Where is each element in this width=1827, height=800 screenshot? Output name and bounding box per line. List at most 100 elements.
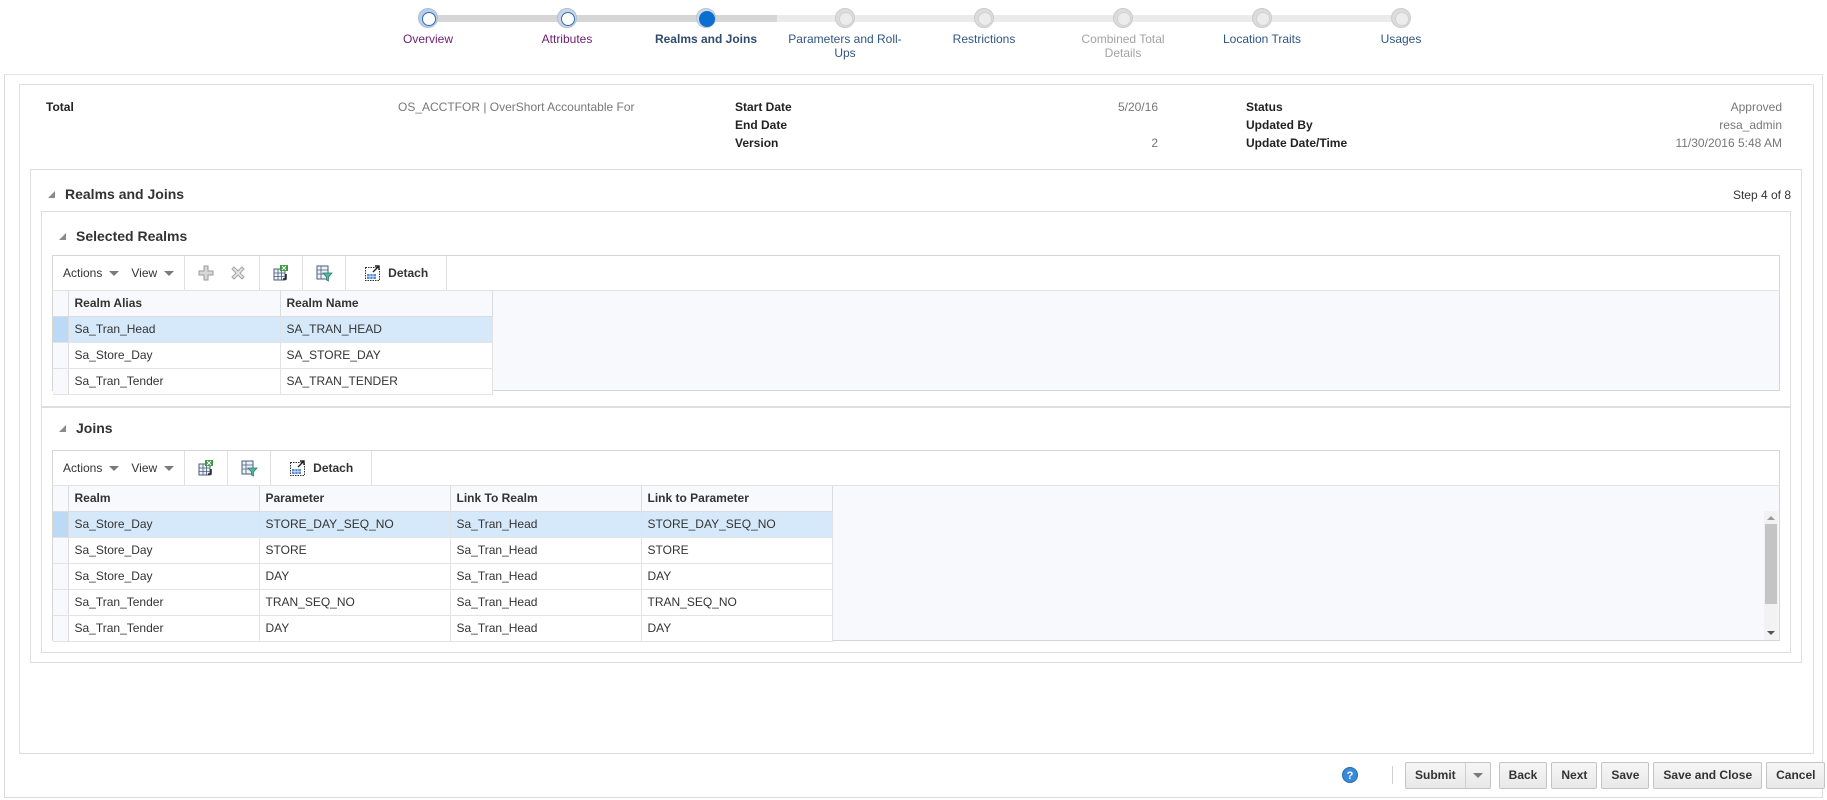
column-header-realm-name[interactable]: Realm Name	[280, 291, 493, 317]
table-row[interactable]: Sa_Store_Day STORE Sa_Tran_Head STORE	[53, 537, 833, 564]
table-row[interactable]: Sa_Tran_Tender TRAN_SEQ_NO Sa_Tran_Head TRA…	[53, 589, 833, 616]
cell-parameter[interactable]: TRAN_SEQ_NO	[259, 589, 451, 616]
actions-menu[interactable]: Actions	[63, 461, 120, 475]
table-row[interactable]: Sa_Tran_Tender SA_TRAN_TENDER	[53, 368, 493, 395]
row-header-cell[interactable]	[53, 342, 69, 369]
joins-vertical-scrollbar[interactable]	[1764, 511, 1778, 640]
cell-realm-name[interactable]: SA_TRAN_HEAD	[280, 316, 493, 343]
detach-button[interactable]: Detach	[283, 459, 359, 477]
train-stop-label[interactable]: Overview	[358, 32, 498, 46]
cell-link-to-realm[interactable]: Sa_Tran_Head	[450, 537, 642, 564]
cell-realm-alias[interactable]: Sa_Tran_Head	[68, 316, 281, 343]
train-stop-dot[interactable]	[418, 8, 438, 28]
column-header-realm[interactable]: Realm	[68, 486, 260, 512]
submit-button[interactable]: Submit	[1406, 762, 1466, 788]
cell-parameter[interactable]: DAY	[259, 563, 451, 590]
realms-grid: Realm Alias Realm Name Sa_Tran_Head SA_TR…	[52, 291, 1780, 395]
train-stop-dot[interactable]	[696, 8, 716, 28]
cell-realm-alias[interactable]: Sa_Tran_Tender	[68, 368, 281, 395]
row-header-cell[interactable]	[53, 615, 69, 642]
cell-link-to-parameter[interactable]: STORE_DAY_SEQ_NO	[641, 511, 833, 538]
cell-realm[interactable]: Sa_Tran_Tender	[68, 589, 260, 616]
cell-link-to-realm[interactable]: Sa_Tran_Head	[450, 589, 642, 616]
export-excel-icon[interactable]	[197, 459, 215, 477]
collapse-triangle-icon[interactable]	[59, 233, 66, 240]
add-icon[interactable]	[197, 264, 215, 282]
train-stop-dot[interactable]	[557, 8, 577, 28]
train-stop-label[interactable]: Usages	[1331, 32, 1471, 46]
column-header-link-to-parameter[interactable]: Link to Parameter	[641, 486, 833, 512]
row-header-cell[interactable]	[53, 511, 69, 538]
scroll-up-arrow-icon[interactable]	[1767, 516, 1775, 520]
table-row[interactable]: Sa_Tran_Head SA_TRAN_HEAD	[53, 316, 493, 343]
detach-button[interactable]: Detach	[358, 264, 434, 282]
cell-link-to-parameter[interactable]: STORE	[641, 537, 833, 564]
table-row[interactable]: Sa_Tran_Tender DAY Sa_Tran_Head DAY	[53, 615, 833, 642]
train-stop-label[interactable]: Restrictions	[914, 32, 1054, 46]
cell-link-to-parameter[interactable]: DAY	[641, 563, 833, 590]
train-stop-label[interactable]: Location Traits	[1192, 32, 1332, 46]
row-header-cell[interactable]	[53, 316, 69, 343]
back-button[interactable]: Back	[1498, 761, 1548, 789]
train-stop-location-traits[interactable]: Location Traits	[1192, 0, 1332, 46]
train-stop-realms-and-joins[interactable]: Realms and Joins	[636, 0, 776, 46]
collapse-triangle-icon[interactable]	[59, 425, 66, 432]
cancel-button[interactable]: Cancel	[1766, 761, 1826, 789]
train-stop-dot[interactable]	[1391, 8, 1411, 28]
view-menu[interactable]: View	[131, 266, 175, 280]
row-header-cell[interactable]	[53, 537, 69, 564]
column-header-parameter[interactable]: Parameter	[259, 486, 451, 512]
view-menu[interactable]: View	[131, 461, 175, 475]
table-row[interactable]: Sa_Store_Day DAY Sa_Tran_Head DAY	[53, 563, 833, 590]
cell-realm[interactable]: Sa_Store_Day	[68, 563, 260, 590]
cell-link-to-parameter[interactable]: DAY	[641, 615, 833, 642]
train-stop-dot[interactable]	[1252, 8, 1272, 28]
cell-link-to-parameter[interactable]: TRAN_SEQ_NO	[641, 589, 833, 616]
delete-icon[interactable]	[229, 264, 247, 282]
train-stop-label[interactable]: Parameters and Roll-Ups	[783, 32, 907, 60]
table-row[interactable]: Sa_Store_Day STORE_DAY_SEQ_NO Sa_Tran_Head…	[53, 511, 833, 538]
status-label: Status	[1246, 100, 1283, 114]
actions-menu[interactable]: Actions	[63, 266, 120, 280]
collapse-triangle-icon[interactable]	[48, 191, 55, 198]
train-stop-label[interactable]: Attributes	[497, 32, 637, 46]
cell-realm-name[interactable]: SA_STORE_DAY	[280, 342, 493, 369]
row-header-cell[interactable]	[53, 589, 69, 616]
train-stop-overview[interactable]: Overview	[358, 0, 498, 46]
train-stop-restrictions[interactable]: Restrictions	[914, 0, 1054, 46]
cell-link-to-realm[interactable]: Sa_Tran_Head	[450, 615, 642, 642]
row-header-cell[interactable]	[53, 563, 69, 590]
cell-realm[interactable]: Sa_Tran_Tender	[68, 615, 260, 642]
column-header-realm-alias[interactable]: Realm Alias	[68, 291, 281, 317]
column-header-link-to-realm[interactable]: Link To Realm	[450, 486, 642, 512]
cell-parameter[interactable]: STORE	[259, 537, 451, 564]
cell-link-to-realm[interactable]: Sa_Tran_Head	[450, 511, 642, 538]
cell-realm-name[interactable]: SA_TRAN_TENDER	[280, 368, 493, 395]
cell-parameter[interactable]: STORE_DAY_SEQ_NO	[259, 511, 451, 538]
updated-by-value: resa_admin	[1719, 118, 1782, 132]
view-label: View	[131, 461, 158, 475]
next-button[interactable]: Next	[1551, 761, 1598, 789]
cell-parameter[interactable]: DAY	[259, 615, 451, 642]
query-by-example-icon[interactable]	[315, 264, 334, 282]
submit-dropdown-button[interactable]	[1466, 763, 1490, 788]
train-stop-usages[interactable]: Usages	[1331, 0, 1471, 46]
cell-realm[interactable]: Sa_Store_Day	[68, 511, 260, 538]
save-and-close-button[interactable]: Save and Close	[1653, 761, 1763, 789]
row-header-cell[interactable]	[53, 368, 69, 395]
train-stop-attributes[interactable]: Attributes	[497, 0, 637, 46]
cell-realm-alias[interactable]: Sa_Store_Day	[68, 342, 281, 369]
save-button[interactable]: Save	[1601, 761, 1650, 789]
train-stop-parameters-and-roll-ups[interactable]: Parameters and Roll-Ups	[775, 0, 915, 60]
scrollbar-thumb[interactable]	[1765, 524, 1777, 604]
train-stop-dot[interactable]	[835, 8, 855, 28]
cell-realm[interactable]: Sa_Store_Day	[68, 537, 260, 564]
export-excel-icon[interactable]	[272, 264, 290, 282]
scroll-down-arrow-icon[interactable]	[1767, 631, 1775, 635]
train-stop-dot[interactable]	[974, 8, 994, 28]
cell-link-to-realm[interactable]: Sa_Tran_Head	[450, 563, 642, 590]
update-datetime-label: Update Date/Time	[1246, 136, 1348, 150]
query-by-example-icon[interactable]	[240, 459, 259, 477]
help-icon[interactable]: ?	[1342, 767, 1358, 783]
table-row[interactable]: Sa_Store_Day SA_STORE_DAY	[53, 342, 493, 369]
